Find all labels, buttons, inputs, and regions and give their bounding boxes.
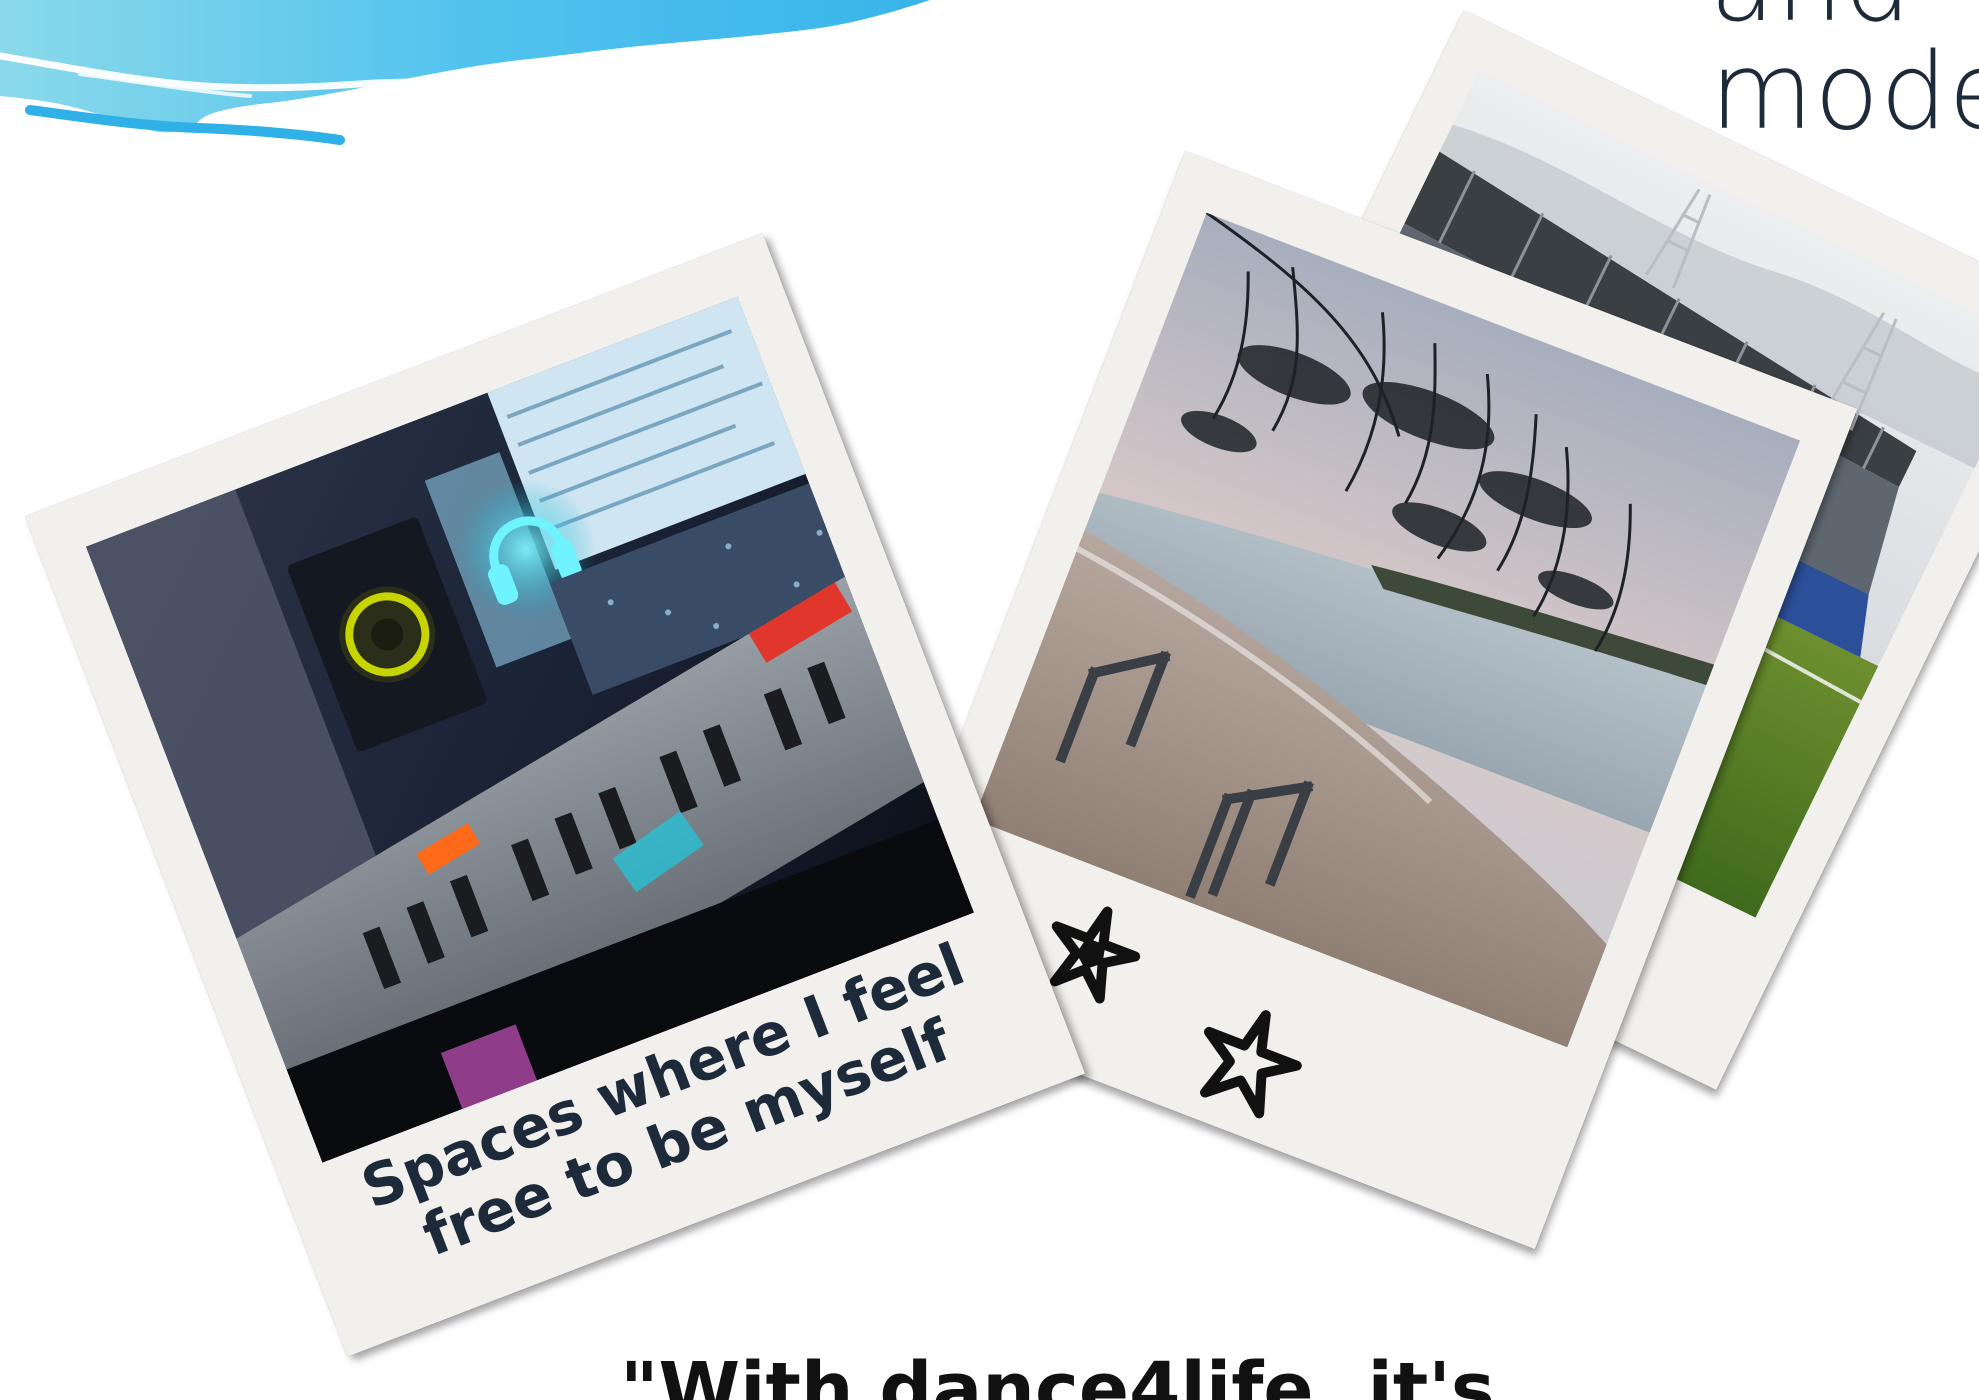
heading-line-2: mode (1710, 30, 1979, 150)
polaroid-studio: Spaces where I feel free to be myself (24, 233, 1086, 1357)
quote-text: "With dance4life, it's (620, 1347, 1495, 1400)
heading-fragment: and mode (1710, 0, 1979, 150)
page: and mode (0, 0, 1979, 1400)
star-icon (1200, 1010, 1302, 1119)
blue-brush-stroke (0, 0, 930, 145)
